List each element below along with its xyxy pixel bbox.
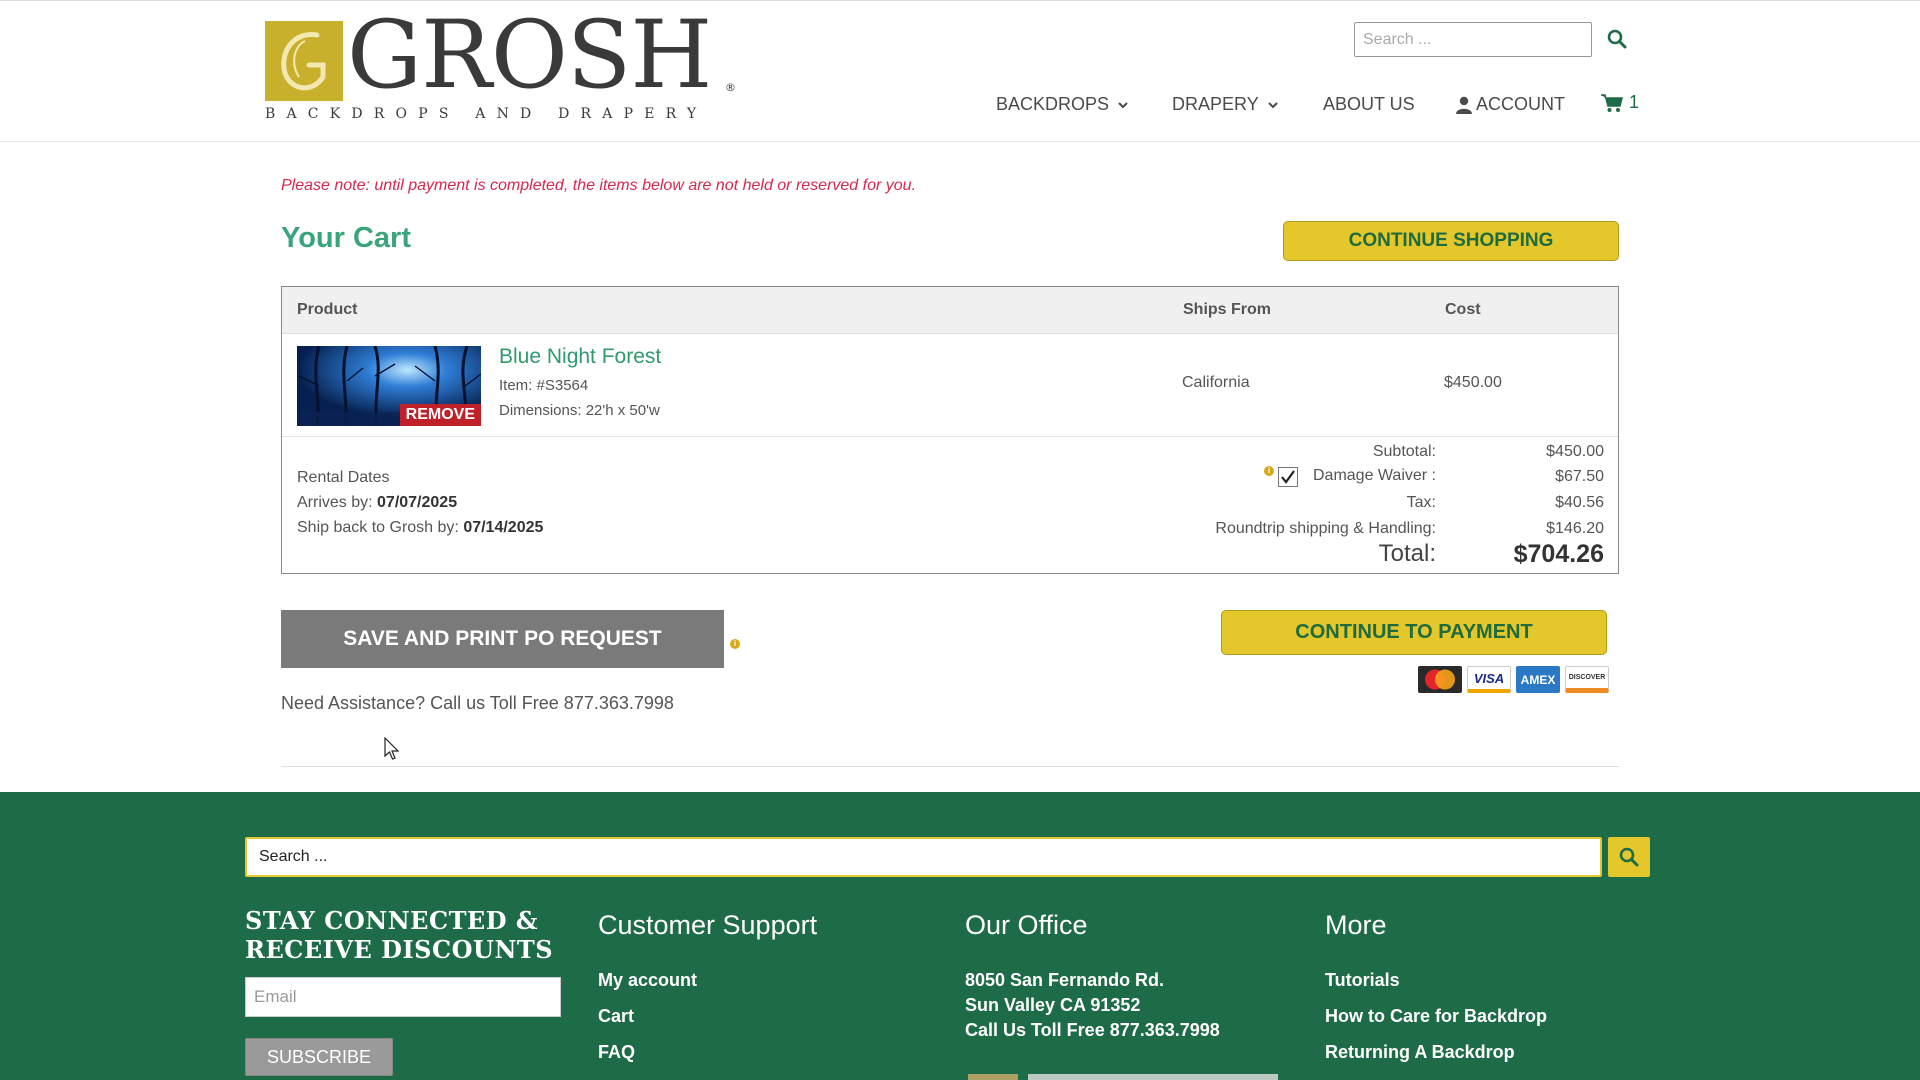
- newsletter-heading: STAY CONNECTED & RECEIVE DISCOUNTS: [245, 906, 553, 964]
- po-info-icon[interactable]: i: [730, 639, 740, 649]
- column-header-ships-from: Ships From: [1183, 301, 1272, 318]
- nav-about-label: ABOUT US: [1323, 94, 1415, 114]
- header-search-input[interactable]: [1354, 22, 1592, 57]
- user-icon: [1456, 96, 1472, 114]
- logo-g-mark-icon: [265, 21, 343, 101]
- cart-table: Product Ships From Cost REMOVE Blue Nigh…: [281, 286, 1619, 574]
- shopping-cart-icon: [1601, 93, 1623, 112]
- column-header-product: Product: [297, 301, 358, 318]
- tax-value: $40.56: [1555, 494, 1604, 511]
- visa-icon: VISA: [1467, 666, 1511, 693]
- subtotal-value: $450.00: [1546, 443, 1604, 460]
- newsletter-heading-line1: STAY CONNECTED &: [245, 906, 539, 935]
- chevron-down-icon: [1118, 101, 1128, 108]
- footer-search-input[interactable]: [245, 837, 1602, 877]
- product-name-link[interactable]: Blue Night Forest: [499, 345, 661, 369]
- nav-drapery[interactable]: DRAPERY: [1172, 94, 1279, 115]
- footer-link-returning-backdrop[interactable]: Returning A Backdrop: [1325, 1042, 1515, 1063]
- chevron-down-icon: [1267, 101, 1278, 108]
- mastercard-icon: [1418, 666, 1462, 693]
- nav-about-us[interactable]: ABOUT US: [1323, 94, 1415, 115]
- footer-link-care-backdrop[interactable]: How to Care for Backdrop: [1325, 1006, 1547, 1027]
- save-print-po-button[interactable]: SAVE AND PRINT PO REQUEST: [281, 610, 724, 668]
- content-divider: [281, 766, 1619, 767]
- cart-table-header: Product Ships From Cost: [282, 287, 1618, 334]
- cart-count-badge: 1: [1629, 92, 1640, 112]
- footer-link-faq[interactable]: FAQ: [598, 1042, 635, 1063]
- office-phone: Call Us Toll Free 877.363.7998: [965, 1020, 1220, 1040]
- grosh-logo[interactable]: GROSH ® BACKDROPS AND DRAPERY: [265, 9, 740, 127]
- footer-link-tutorials[interactable]: Tutorials: [1325, 970, 1400, 991]
- shipping-label: Roundtrip shipping & Handling:: [1215, 520, 1436, 537]
- product-thumbnail[interactable]: REMOVE: [297, 346, 481, 426]
- continue-shopping-button[interactable]: CONTINUE SHOPPING: [1283, 221, 1619, 261]
- remove-item-button[interactable]: REMOVE: [399, 404, 481, 426]
- row-divider: [282, 436, 1618, 437]
- item-cost-value: $450.00: [1444, 374, 1502, 391]
- our-office-title: Our Office: [965, 910, 1088, 940]
- footer-logo-partial: [968, 1074, 1278, 1080]
- product-dimensions: Dimensions: 22'h x 50'w: [499, 402, 660, 419]
- column-header-cost: Cost: [1445, 301, 1481, 318]
- logo-registered-mark: ®: [725, 81, 736, 94]
- office-address-line2: Sun Valley CA 91352: [965, 995, 1141, 1015]
- assistance-text: Need Assistance? Call us Toll Free 877.3…: [281, 693, 674, 713]
- site-header: GROSH ® BACKDROPS AND DRAPERY BACKDROPS …: [0, 0, 1920, 142]
- logo-tagline: BACKDROPS AND DRAPERY: [265, 106, 708, 122]
- search-icon: [1607, 29, 1627, 49]
- more-title: More: [1325, 910, 1387, 940]
- logo-wordmark: GROSH: [347, 1, 712, 110]
- arrives-by: Arrives by: 07/07/2025: [297, 494, 457, 512]
- damage-waiver-value: $67.50: [1555, 468, 1604, 485]
- ship-back-label: Ship back to Grosh by:: [297, 519, 464, 536]
- email-field[interactable]: [245, 977, 561, 1017]
- nav-account-label: ACCOUNT: [1476, 94, 1565, 114]
- nav-drapery-label: DRAPERY: [1172, 94, 1259, 114]
- footer-link-my-account[interactable]: My account: [598, 970, 697, 991]
- tax-label: Tax:: [1406, 494, 1436, 511]
- amex-icon: AMEX: [1516, 666, 1560, 693]
- payment-card-logos: VISA AMEX DISCOVER: [1418, 666, 1609, 693]
- product-item-number: Item: #S3564: [499, 377, 589, 394]
- nav-account[interactable]: ACCOUNT: [1456, 94, 1565, 115]
- continue-to-payment-button[interactable]: CONTINUE TO PAYMENT: [1221, 610, 1607, 655]
- total-label: Total:: [1378, 540, 1436, 567]
- checkmark-icon: [1281, 470, 1295, 484]
- subscribe-button[interactable]: SUBSCRIBE: [245, 1038, 393, 1076]
- nav-backdrops[interactable]: BACKDROPS: [996, 94, 1129, 115]
- shipping-value: $146.20: [1546, 520, 1604, 537]
- subtotal-label: Subtotal:: [1372, 443, 1436, 460]
- rental-dates-title: Rental Dates: [297, 469, 390, 486]
- arrives-by-label: Arrives by:: [297, 494, 378, 511]
- payment-note: Please note: until payment is completed,…: [281, 177, 917, 194]
- nav-backdrops-label: BACKDROPS: [996, 94, 1110, 114]
- arrives-by-date: 07/07/2025: [377, 494, 458, 511]
- footer-search-button[interactable]: [1608, 837, 1650, 877]
- mouse-cursor-icon: [384, 737, 400, 760]
- total-value: $704.26: [1513, 540, 1604, 568]
- ship-back-by: Ship back to Grosh by: 07/14/2025: [297, 519, 543, 537]
- header-search-button[interactable]: [1603, 25, 1631, 53]
- damage-waiver-label: Damage Waiver :: [1313, 467, 1436, 484]
- newsletter-heading-line2: RECEIVE DISCOUNTS: [245, 935, 554, 964]
- footer-link-cart[interactable]: Cart: [598, 1006, 634, 1027]
- page-title: Your Cart: [281, 222, 411, 254]
- damage-waiver-checkbox[interactable]: [1278, 467, 1298, 487]
- ships-from-value: California: [1182, 374, 1250, 391]
- info-icon[interactable]: i: [1264, 466, 1274, 476]
- search-icon: [1619, 847, 1639, 867]
- customer-support-title: Customer Support: [598, 910, 818, 940]
- site-footer: STAY CONNECTED & RECEIVE DISCOUNTS SUBSC…: [0, 792, 1920, 1080]
- office-address-line1: 8050 San Fernando Rd.: [965, 970, 1165, 990]
- discover-icon: DISCOVER: [1565, 666, 1609, 693]
- nav-cart[interactable]: 1: [1601, 92, 1639, 113]
- ship-back-date: 07/14/2025: [463, 519, 544, 536]
